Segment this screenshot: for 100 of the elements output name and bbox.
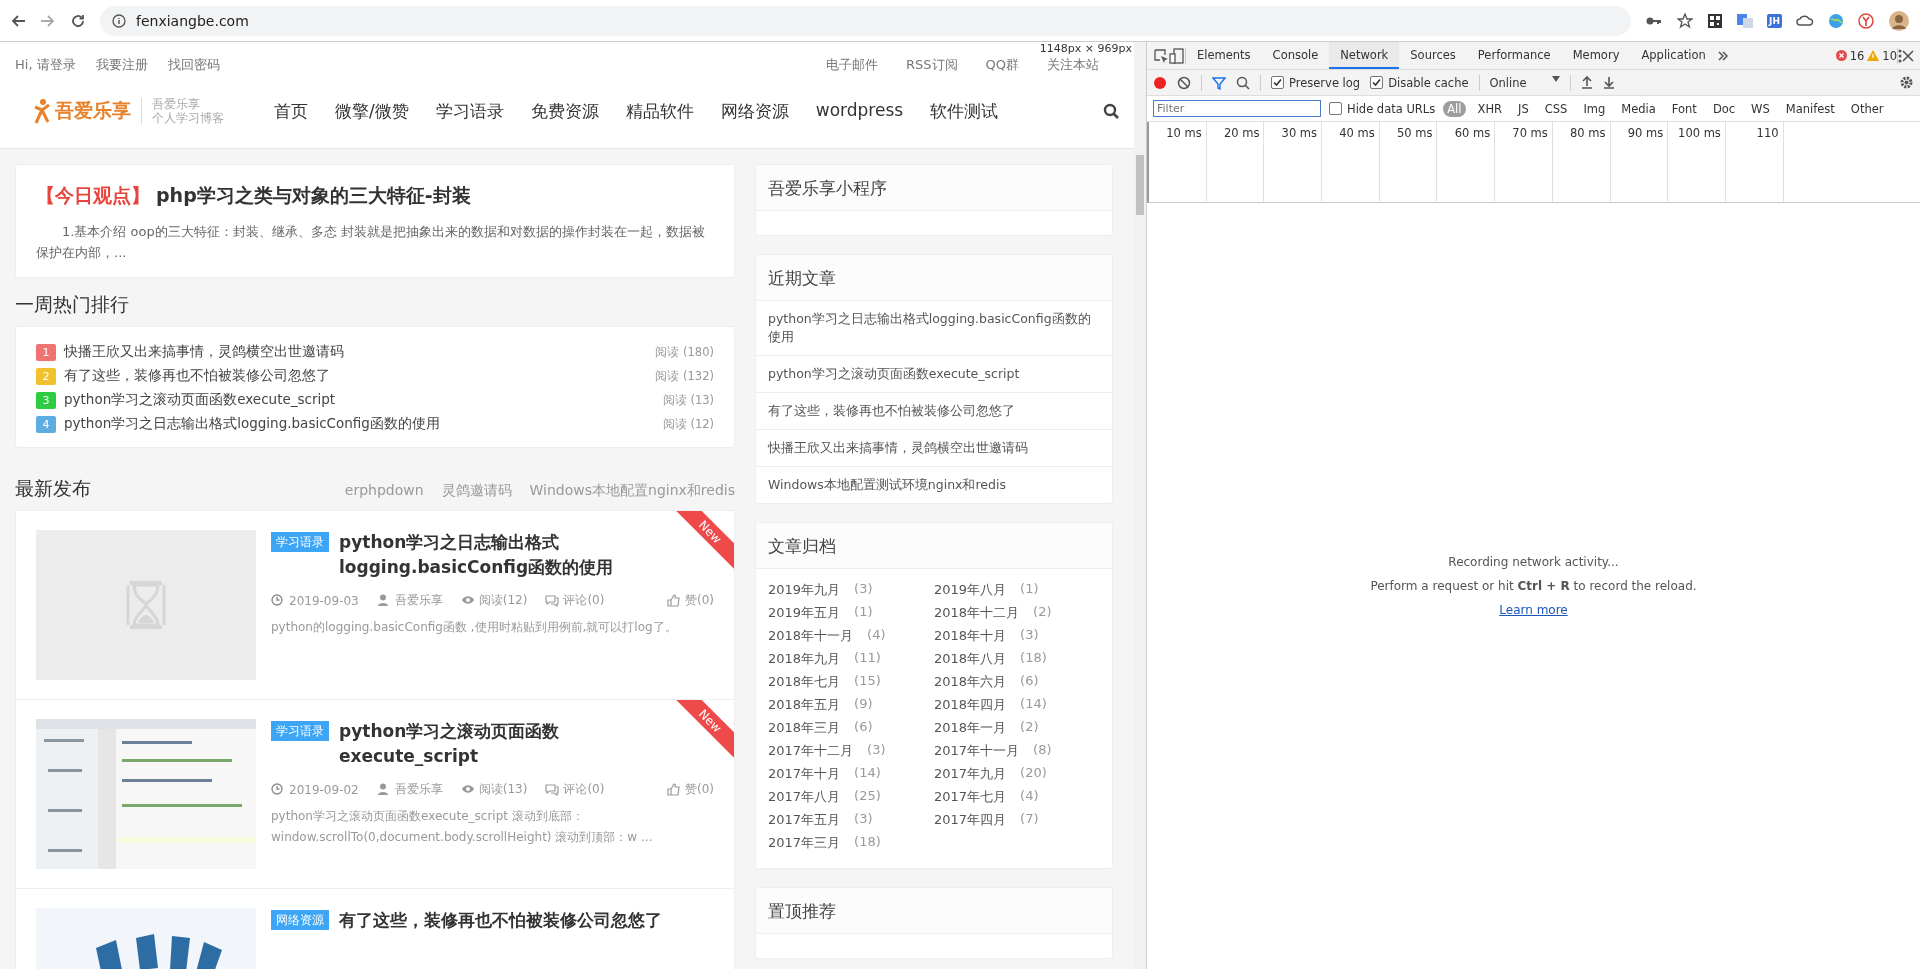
archive-link[interactable]: 2017年七月	[934, 788, 1007, 806]
type-filter[interactable]: WS	[1747, 100, 1774, 117]
globe-icon[interactable]	[1828, 12, 1844, 29]
archive-link[interactable]: 2018年九月	[768, 650, 841, 668]
error-count[interactable]: 16	[1849, 48, 1865, 63]
checkbox-label[interactable]: Disable cache	[1388, 75, 1469, 90]
search-icon[interactable]	[1103, 103, 1119, 119]
archive-link[interactable]: 2017年五月	[768, 811, 841, 829]
nav-link[interactable]: 精品软件	[625, 99, 694, 123]
panel-tab[interactable]: Console	[1261, 42, 1330, 69]
nav-link[interactable]: 免费资源	[530, 99, 599, 123]
clear-icon[interactable]	[1177, 75, 1191, 90]
panel-tab[interactable]: Memory	[1561, 42, 1631, 69]
more-tabs-icon[interactable]	[1716, 49, 1729, 62]
archive-link[interactable]: 2018年四月	[934, 696, 1007, 714]
archive-link[interactable]: 2017年四月	[934, 811, 1007, 829]
archive-link[interactable]: 2019年八月	[934, 581, 1007, 599]
panel-tab[interactable]: Elements	[1186, 42, 1262, 69]
address-bar[interactable]: fenxiangbe.com	[100, 5, 1632, 36]
nav-link[interactable]: wordpress	[815, 99, 904, 123]
nav-link[interactable]: 软件测试	[930, 99, 999, 123]
header-link[interactable]: 我要注册	[95, 56, 148, 74]
search-icon[interactable]	[1236, 75, 1250, 90]
filter-field[interactable]: Filter	[1153, 100, 1321, 117]
post-link[interactable]: 快播王欣又出来搞事情，灵鸽横空出世邀请码	[756, 430, 1112, 467]
warning-count[interactable]: 10	[1882, 48, 1897, 63]
header-link[interactable]: 找回密码	[167, 56, 220, 74]
type-filter[interactable]: Media	[1617, 100, 1660, 117]
archive-link[interactable]: 2018年三月	[768, 719, 841, 737]
cloud-icon[interactable]	[1796, 12, 1814, 29]
post-link[interactable]: python学习之日志输出格式logging.basicConfig函数的使用	[64, 415, 655, 433]
type-filter[interactable]: XHR	[1473, 100, 1507, 117]
archive-link[interactable]: 2018年十二月	[934, 604, 1020, 622]
nav-link[interactable]: 微擎/微赞	[335, 99, 409, 123]
archive-link[interactable]: 2018年十月	[934, 627, 1007, 645]
learn-more-link[interactable]: Learn more	[1499, 603, 1568, 617]
archive-link[interactable]: 2018年八月	[934, 650, 1007, 668]
type-filter[interactable]: Font	[1667, 100, 1701, 117]
error-icon[interactable]	[1835, 50, 1847, 61]
post-title[interactable]: php学习之类与对象的三大特征-封装	[156, 183, 471, 209]
header-link[interactable]: 电子邮件	[826, 56, 878, 74]
more-options-icon[interactable]	[1898, 48, 1902, 63]
extension-icon[interactable]: JH	[1767, 13, 1782, 28]
avatar-icon[interactable]	[1888, 9, 1910, 32]
post-link[interactable]: python学习之滚动页面函数execute_script	[64, 391, 655, 409]
type-filter[interactable]: JS	[1514, 100, 1533, 117]
panel-tab[interactable]: Performance	[1466, 42, 1562, 69]
panel-tab[interactable]: Network	[1329, 42, 1400, 69]
back-icon[interactable]	[10, 12, 26, 29]
archive-link[interactable]: 2018年六月	[934, 673, 1007, 691]
record-icon[interactable]	[1153, 75, 1167, 90]
device-toolbar-icon[interactable]	[1169, 47, 1185, 64]
post-link[interactable]: 快播王欣又出来搞事情，灵鸽横空出世邀请码	[64, 343, 648, 361]
panel-tab[interactable]: Sources	[1399, 42, 1467, 69]
archive-link[interactable]: 2017年十二月	[768, 742, 854, 760]
panel-tab[interactable]: Application	[1630, 42, 1717, 69]
type-filter[interactable]: Img	[1579, 100, 1610, 117]
checkbox-label[interactable]: Hide data URLs	[1347, 101, 1436, 116]
archive-link[interactable]: 2018年七月	[768, 673, 841, 691]
import-icon[interactable]	[1580, 76, 1593, 89]
checkbox[interactable]	[1329, 102, 1342, 115]
archive-link[interactable]: 2017年三月	[768, 834, 841, 852]
type-filter[interactable]: CSS	[1540, 100, 1572, 117]
export-icon[interactable]	[1602, 76, 1615, 89]
nav-link[interactable]: 网络资源	[720, 99, 789, 123]
archive-link[interactable]: 2019年五月	[768, 604, 841, 622]
checkbox[interactable]	[1370, 76, 1384, 89]
type-filter[interactable]: Doc	[1708, 100, 1740, 117]
post-link[interactable]: python学习之日志输出格式logging.basicConfig函数的使用	[756, 301, 1112, 356]
archive-link[interactable]: 2018年十一月	[768, 627, 854, 645]
post-title[interactable]: python学习之滚动页面函数execute_script	[339, 719, 680, 769]
nav-link[interactable]: 首页	[274, 99, 308, 123]
reload-icon[interactable]	[70, 12, 86, 29]
type-filter[interactable]: Manifest	[1781, 100, 1839, 117]
post-link[interactable]: 有了这些，装修再也不怕被装修公司忽悠了	[64, 367, 648, 385]
archive-link[interactable]: 2017年十月	[768, 765, 841, 783]
header-link[interactable]: 关注本站	[1047, 56, 1099, 74]
archive-link[interactable]: 2018年五月	[768, 696, 841, 714]
post-link[interactable]: Windows本地配置测试环境nginx和redis	[756, 467, 1112, 503]
post-link[interactable]: 有了这些，装修再也不怕被装修公司忽悠了	[756, 393, 1112, 430]
settings-icon[interactable]	[1899, 75, 1914, 90]
header-link[interactable]: QQ群	[985, 56, 1019, 74]
archive-link[interactable]: 2017年十一月	[934, 742, 1020, 760]
checkbox[interactable]	[1271, 76, 1284, 89]
nav-link[interactable]: 学习语录	[435, 99, 504, 123]
post-link[interactable]: python学习之滚动页面函数execute_script	[756, 356, 1112, 393]
qr-code-icon[interactable]	[1707, 12, 1724, 29]
archive-link[interactable]: 2019年九月	[768, 581, 841, 599]
filter-icon[interactable]	[1212, 75, 1226, 90]
checkbox-label[interactable]: Preserve log	[1289, 75, 1361, 90]
post-title[interactable]: python学习之日志输出格式logging.basicConfig函数的使用	[339, 530, 680, 580]
post-title[interactable]: 有了这些，装修再也不怕被装修公司忽悠了	[339, 908, 680, 933]
archive-link[interactable]: 2017年八月	[768, 788, 841, 806]
type-filter[interactable]: Other	[1846, 100, 1888, 117]
header-link[interactable]: Hi, 请登录	[15, 56, 76, 74]
star-icon[interactable]	[1677, 12, 1694, 29]
inspect-icon[interactable]	[1153, 47, 1169, 64]
y-logo-icon[interactable]	[1858, 12, 1874, 29]
translate-icon[interactable]	[1737, 12, 1754, 29]
archive-link[interactable]: 2017年九月	[934, 765, 1007, 783]
